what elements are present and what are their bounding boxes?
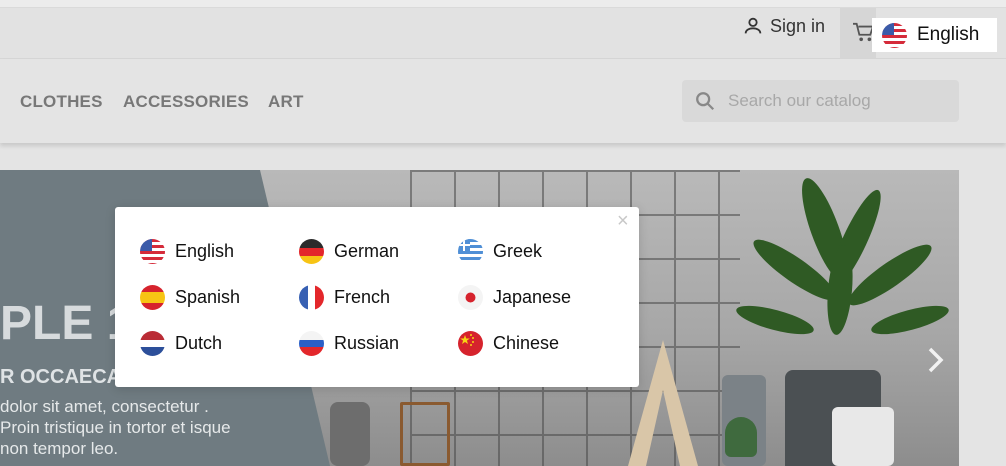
dutch-flag-icon (140, 331, 165, 356)
language-option-french[interactable]: French (299, 285, 390, 310)
chinese-flag-icon (458, 331, 483, 356)
sign-in-link[interactable]: Sign in (742, 14, 825, 38)
german-flag-icon (299, 239, 324, 264)
user-icon (744, 17, 762, 34)
jar-image (330, 402, 370, 466)
language-label: Chinese (493, 333, 560, 353)
search-icon[interactable] (694, 90, 716, 112)
greek-flag-icon (458, 239, 483, 264)
plant-image (736, 178, 949, 335)
cactus-image (725, 417, 757, 457)
language-option-dutch[interactable]: Dutch (140, 331, 222, 356)
language-option-russian[interactable]: Russian (299, 331, 399, 356)
us-flag-icon (140, 239, 165, 264)
japanese-flag-icon (458, 285, 483, 310)
nav-item-clothes[interactable]: CLOTHES (20, 92, 103, 112)
hero-subtitle: R OCCAECA (0, 366, 122, 388)
language-label: Dutch (175, 333, 223, 353)
language-label: German (334, 241, 400, 261)
language-selector-button[interactable]: English (872, 18, 997, 52)
language-label: English (175, 241, 235, 261)
language-label: Greek (493, 241, 543, 261)
search-box (682, 80, 959, 122)
frame-decoration (400, 402, 450, 466)
sign-in-label: Sign in (770, 15, 826, 36)
language-label: Spanish (175, 287, 241, 307)
current-language-label: English (917, 24, 980, 45)
us-flag-icon (882, 22, 907, 48)
search-input[interactable] (726, 90, 950, 112)
language-label: Russian (334, 333, 400, 353)
nav-item-art[interactable]: ART (268, 92, 304, 112)
shopping-cart-icon (853, 22, 874, 42)
chevron-right-icon[interactable] (925, 345, 947, 375)
language-option-japanese[interactable]: Japanese (458, 285, 571, 310)
close-icon[interactable]: × (617, 211, 629, 231)
language-option-german[interactable]: German (299, 239, 399, 264)
language-label: Japanese (493, 287, 572, 307)
hero-description: dolor sit amet, consectetur . Proin tris… (0, 397, 231, 458)
language-option-greek[interactable]: Greek (458, 239, 542, 264)
main-navigation: CLOTHES ACCESSORIES ART (0, 59, 1006, 143)
pot-image (832, 407, 894, 466)
russian-flag-icon (299, 331, 324, 356)
language-option-chinese[interactable]: Chinese (458, 331, 559, 356)
hero-title: PLE 1 (0, 297, 134, 350)
top-strip (0, 0, 1006, 8)
language-option-english[interactable]: English (140, 239, 234, 264)
language-label: French (334, 287, 391, 307)
spanish-flag-icon (140, 285, 165, 310)
french-flag-icon (299, 285, 324, 310)
nav-item-accessories[interactable]: ACCESSORIES (123, 92, 249, 112)
language-option-spanish[interactable]: Spanish (140, 285, 240, 310)
